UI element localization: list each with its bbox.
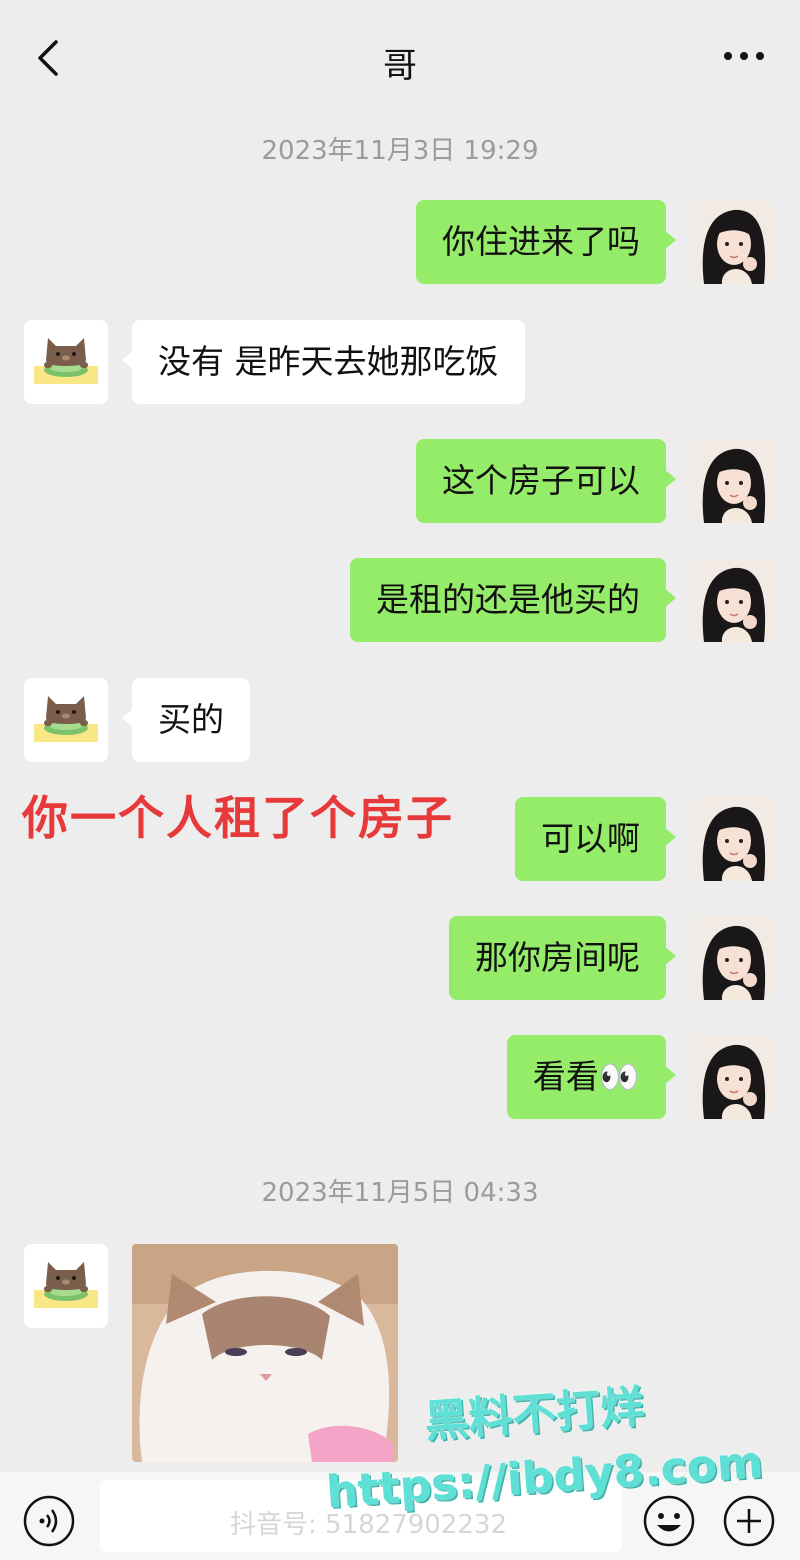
cat-photo-message[interactable] xyxy=(132,1244,398,1462)
message-bubble-mine[interactable]: 看看👀 xyxy=(506,1035,677,1119)
chat-header: 哥 xyxy=(0,0,800,110)
watermark-title: 黑料不打烊 xyxy=(422,1381,646,1448)
chat-title: 哥 xyxy=(383,46,417,86)
timestamp: 2023年11月5日 04:33 xyxy=(261,1178,539,1208)
contact-avatar[interactable] xyxy=(24,678,108,762)
contact-avatar[interactable] xyxy=(24,1244,108,1328)
emoji-icon[interactable] xyxy=(642,1494,696,1548)
message-bubble-theirs[interactable]: 没有 是昨天去她那吃饭 xyxy=(122,320,525,404)
message-bubble-theirs[interactable]: 买的 xyxy=(122,678,250,762)
more-dots-icon[interactable] xyxy=(722,46,766,66)
message-bubble-mine[interactable]: 那你房间呢 xyxy=(449,916,676,1000)
my-avatar[interactable] xyxy=(690,797,774,881)
message-bubble-mine[interactable]: 是租的还是他买的 xyxy=(350,558,676,642)
my-avatar[interactable] xyxy=(690,1035,774,1119)
message-bubble-mine[interactable]: 你住进来了吗 xyxy=(416,200,676,284)
plus-icon[interactable] xyxy=(722,1494,776,1548)
message-bubble-mine[interactable]: 可以啊 xyxy=(515,797,676,881)
voice-icon[interactable] xyxy=(22,1494,76,1548)
timestamp: 2023年11月3日 19:29 xyxy=(261,136,539,166)
my-avatar[interactable] xyxy=(690,916,774,1000)
overlay-caption: 你一个人租了个房子 xyxy=(22,791,454,845)
my-avatar[interactable] xyxy=(690,558,774,642)
message-bubble-mine[interactable]: 这个房子可以 xyxy=(416,439,676,523)
contact-avatar[interactable] xyxy=(24,320,108,404)
my-avatar[interactable] xyxy=(690,439,774,523)
my-avatar[interactable] xyxy=(690,200,774,284)
